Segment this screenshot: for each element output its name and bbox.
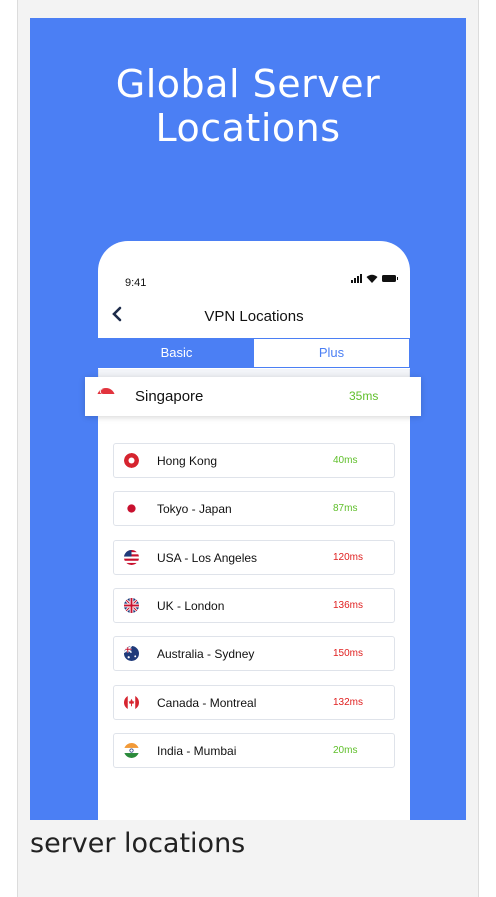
status-time: 9:41 — [125, 277, 147, 289]
tab-plus[interactable]: Plus — [254, 339, 409, 367]
latency-value: 40ms — [333, 455, 358, 466]
location-name: USA - Los Angeles — [157, 551, 258, 565]
australia-flag-icon — [124, 646, 139, 661]
list-item-usa-los-angeles[interactable]: USA - Los Angeles 120ms — [113, 540, 395, 575]
page-title: VPN Locations — [204, 308, 304, 325]
latency-value: 150ms — [333, 648, 364, 659]
signal-icon — [351, 274, 362, 283]
status-icons — [351, 274, 398, 283]
list-item-australia-sydney[interactable]: Australia - Sydney 150ms — [113, 636, 395, 671]
usa-flag-icon — [124, 550, 139, 565]
list-item-hong-kong[interactable]: Hong Kong 40ms — [113, 443, 395, 478]
hong-kong-flag-icon — [124, 453, 139, 468]
latency-value: 132ms — [333, 697, 364, 708]
latency-value: 120ms — [333, 552, 364, 563]
list-item-canada-montreal[interactable]: Canada - Montreal 132ms — [113, 685, 395, 720]
latency-value: 136ms — [333, 600, 364, 611]
wifi-icon — [366, 274, 378, 283]
phone-screen: 9:41 VPN Locations Basic Plus Hong Kong … — [98, 241, 410, 820]
location-name: Australia - Sydney — [157, 647, 255, 661]
hero-title: Global Server Locations — [30, 62, 466, 150]
selected-location-name: Singapore — [135, 388, 204, 405]
latency-value: 87ms — [333, 503, 358, 514]
canada-flag-icon — [124, 695, 139, 710]
location-name: Canada - Montreal — [157, 696, 257, 710]
tab-basic[interactable]: Basic — [99, 339, 254, 367]
screenshot-caption: server locations — [30, 828, 246, 859]
list-item-tokyo-japan[interactable]: Tokyo - Japan 87ms — [113, 491, 395, 526]
hero-title-line-1: Global Server — [115, 62, 381, 106]
battery-icon — [382, 275, 398, 282]
list-item-india-mumbai[interactable]: India - Mumbai 20ms — [113, 733, 395, 768]
location-name: Hong Kong — [157, 454, 218, 468]
hero-banner: Global Server Locations 9:41 VPN Locatio… — [30, 18, 466, 820]
hero-title-line-2: Locations — [155, 106, 341, 150]
location-name: Tokyo - Japan — [157, 502, 232, 516]
india-flag-icon — [124, 743, 139, 758]
latency-value: 20ms — [333, 745, 358, 756]
location-name: UK - London — [157, 599, 225, 613]
japan-flag-icon — [124, 501, 139, 516]
uk-flag-icon — [124, 598, 139, 613]
list-item-uk-london[interactable]: UK - London 136ms — [113, 588, 395, 623]
singapore-flag-icon — [97, 388, 115, 400]
location-name: India - Mumbai — [157, 744, 237, 758]
plan-tabs: Basic Plus — [98, 338, 410, 368]
selected-latency-value: 35ms — [349, 389, 379, 403]
selected-location-row[interactable]: Singapore 35ms — [85, 377, 421, 416]
